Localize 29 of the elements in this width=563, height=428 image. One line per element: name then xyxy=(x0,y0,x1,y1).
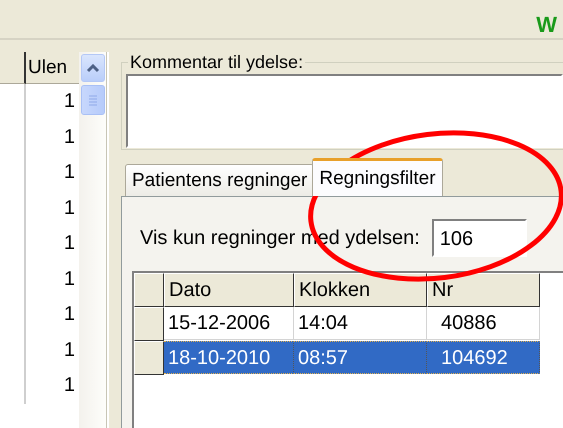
column-header[interactable]: Dato xyxy=(164,273,294,307)
scrollbar-thumb[interactable] xyxy=(80,85,104,115)
chevron-up-icon xyxy=(86,63,100,73)
table-cell: 1 xyxy=(64,161,75,184)
table-cell: 1 xyxy=(64,196,75,220)
table-cell[interactable]: 14:04 xyxy=(294,307,427,340)
table-cell[interactable]: 08:57 xyxy=(294,341,427,374)
tab[interactable]: Patientens regninger xyxy=(125,164,314,196)
table-cell[interactable]: 40886 xyxy=(427,307,540,340)
column-header[interactable]: Klokken xyxy=(294,273,427,307)
comment-field[interactable] xyxy=(126,74,563,148)
table-cell: 1 xyxy=(64,303,75,326)
table-cell: 1 xyxy=(64,268,75,291)
table-cell: 1 xyxy=(64,232,75,256)
table-cell: 1 xyxy=(64,338,75,362)
logo-letter: W xyxy=(536,12,557,38)
table-cell: 1 xyxy=(64,374,75,398)
table-cell[interactable]: 18-10-2010 xyxy=(164,341,294,374)
scroll-up-button[interactable] xyxy=(80,54,104,82)
tab[interactable]: Regningsfilter xyxy=(312,158,443,196)
filter-field[interactable]: 106 xyxy=(432,219,527,257)
group-label: Kommentar til ydelse: xyxy=(129,52,304,72)
table-cell: 1 xyxy=(64,90,75,114)
table-cell[interactable]: 15-12-2006 xyxy=(164,307,294,340)
column-header[interactable]: Nr xyxy=(427,273,540,307)
table-cell[interactable]: 104692 xyxy=(427,341,540,374)
table-cell: 1 xyxy=(64,126,75,149)
grip-icon xyxy=(88,94,98,106)
column-header: Ulen xyxy=(26,52,79,84)
